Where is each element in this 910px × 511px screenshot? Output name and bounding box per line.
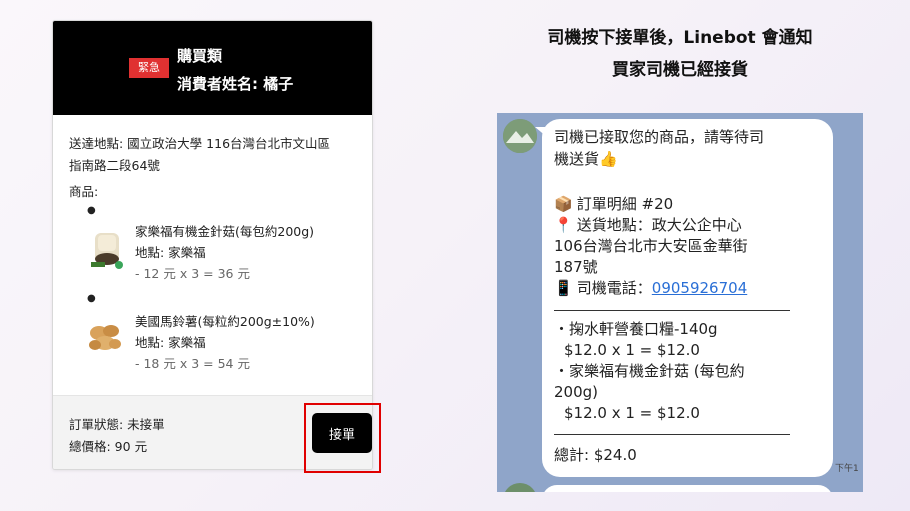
delivery-location: 送貨地點：政大公企中心 [576,216,742,234]
product-name: 美國馬鈴薯(每粒約200g±10%) [135,314,315,329]
message-line: ・掬水軒營養口糧-140g [554,320,718,338]
message-time: 下午1 [835,464,859,474]
message-line: $12.0 x 1 = $12.0 [564,404,700,422]
list-bullet: ● [87,205,96,216]
package-icon: 📦 [554,195,573,213]
caption-line-1: 司機按下接單後，Linebot 會通知 [547,28,813,48]
list-bullet: ● [87,293,96,304]
message-line: ・家樂福有機金針菇 (每包約 [554,362,745,380]
message-total: 總計: $24.0 [554,446,637,464]
order-total: 總價格: 90 元 [69,439,148,454]
order-card-header: 緊急 購買類 消費者姓名: 橘子 [53,21,372,115]
driver-phone-link[interactable]: 0905926704 [652,279,747,297]
message-line: 200g) [554,383,599,401]
consumer-name: 消費者姓名: 橘子 [177,75,294,93]
chat-message-bubble [542,485,833,492]
message-line: 📱 司機電話：0905926704 [554,278,747,299]
message-line: 187號 [554,258,598,276]
driver-phone-label: 司機電話： [576,279,652,297]
message-line: 📍 送貨地點：政大公企中心 [554,215,742,236]
divider [554,310,790,311]
products-label: 商品: [69,184,99,199]
thumbs-up-icon: 👍 [599,150,618,168]
order-detail-title: 訂單明細 #20 [576,195,674,213]
bot-avatar [503,483,537,492]
order-status: 訂單狀態: 未接單 [69,417,165,432]
product-name: 家樂福有機金針菇(每包約200g) [135,224,315,239]
product-subtotal: - 18 元 x 3 = 54 元 [135,356,250,371]
order-category: 購買類 [177,47,223,65]
address-line-1: 送達地點: 國立政治大學 116台灣台北市文山區 [69,136,331,151]
message-line: 機送貨👍 [554,149,618,170]
message-line: 📦 訂單明細 #20 [554,194,673,215]
potato-icon [87,317,123,357]
urgent-badge: 緊急 [129,58,169,78]
mushroom-icon [89,229,125,269]
caption: 司機按下接單後，Linebot 會通知 買家司機已經接貨 [480,22,880,86]
divider [554,434,790,435]
phone-icon: 📱 [554,279,573,297]
product-store: 地點: 家樂福 [135,335,206,350]
chat-message-bubble: 司機已接取您的商品，請等待司 機送貨👍 📦 訂單明細 #20 📍 送貨地點：政大… [542,119,833,477]
bot-avatar [503,119,537,153]
product-subtotal: - 12 元 x 3 = 36 元 [135,266,250,281]
line-chat-screenshot: 司機已接取您的商品，請等待司 機送貨👍 📦 訂單明細 #20 📍 送貨地點：政大… [497,113,863,492]
address-line-2: 指南路二段64號 [69,158,160,173]
message-line: 司機已接取您的商品，請等待司 [554,128,765,146]
product-store: 地點: 家樂福 [135,245,206,260]
message-line: $12.0 x 1 = $12.0 [564,341,700,359]
delivery-address: 送達地點: 國立政治大學 116台灣台北市文山區 指南路二段64號 [69,133,365,177]
caption-line-2: 買家司機已經接貨 [612,60,748,80]
location-pin-icon: 📍 [554,216,573,234]
highlight-box [304,403,381,473]
message-line-text: 機送貨 [554,150,600,168]
message-line: 106台灣台北市大安區金華街 [554,237,748,255]
